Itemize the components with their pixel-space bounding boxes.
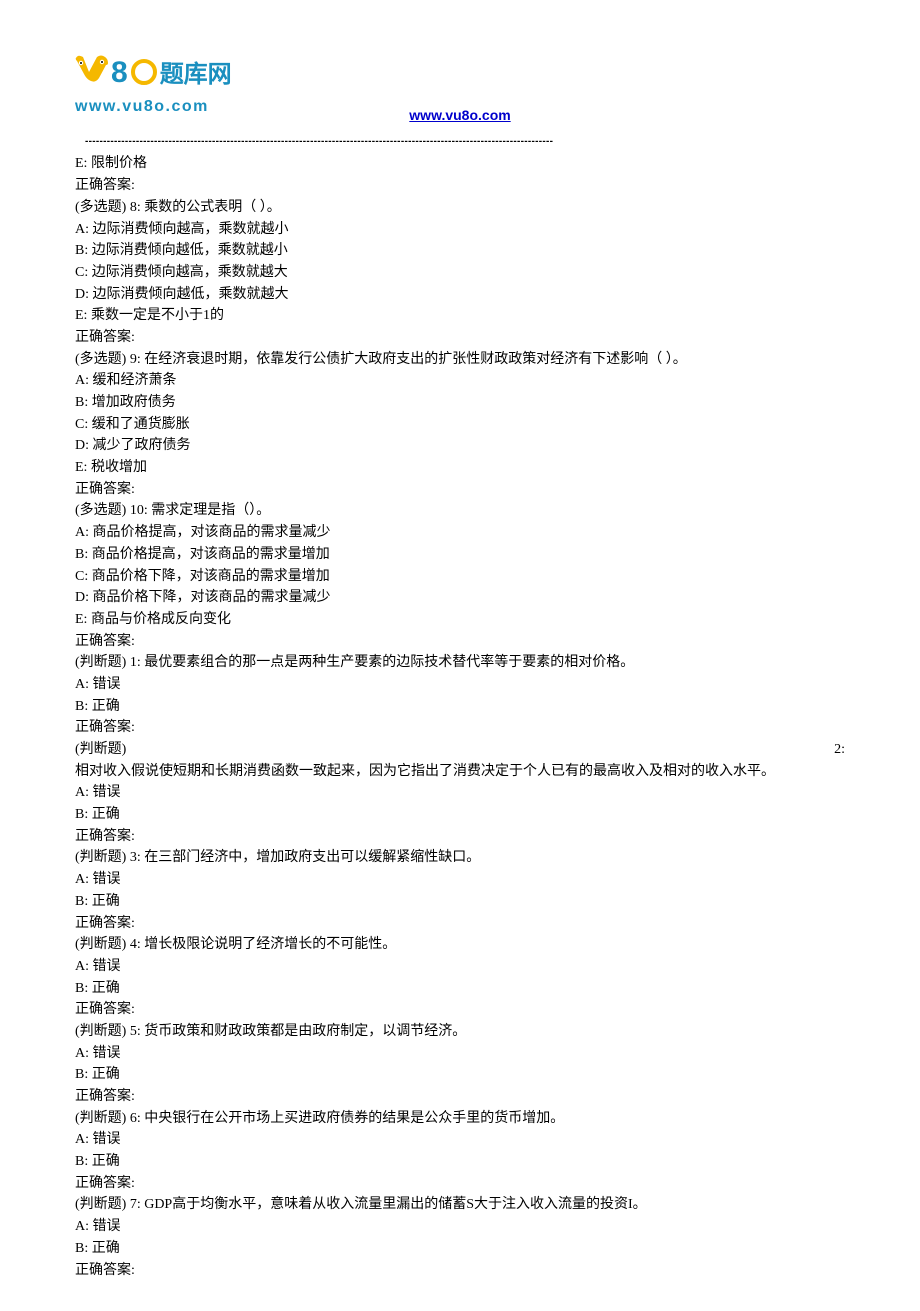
logo-cn-text: 题库网 [160, 56, 232, 93]
text-line: C: 缓和了通货膨胀 [75, 414, 845, 436]
text-line: C: 边际消费倾向越高，乘数就越大 [75, 262, 845, 284]
text-line: A: 错误 [75, 869, 845, 891]
text-line: A: 错误 [75, 1043, 845, 1065]
text-line: E: 限制价格 [75, 153, 845, 175]
text-line: A: 缓和经济萧条 [75, 370, 845, 392]
text-line: A: 边际消费倾向越高，乘数就越小 [75, 219, 845, 241]
page-header: 8 题库网 www.vu8o.com www.vu8o.com --------… [75, 50, 845, 149]
text-line: B: 正确 [75, 891, 845, 913]
text-line: 正确答案: [75, 327, 845, 349]
text-line: (判断题) 1: 最优要素组合的那一点是两种生产要素的边际技术替代率等于要素的相… [75, 652, 845, 674]
text-line: 正确答案: [75, 479, 845, 501]
text-line: A: 错误 [75, 1129, 845, 1151]
text-line: 正确答案: [75, 1260, 845, 1282]
text-line: B: 正确 [75, 1238, 845, 1260]
text-line: A: 错误 [75, 1216, 845, 1238]
text-line: B: 边际消费倾向越低，乘数就越小 [75, 240, 845, 262]
text-line: D: 边际消费倾向越低，乘数就越大 [75, 284, 845, 306]
text-line: (判断题) 4: 增长极限论说明了经济增长的不可能性。 [75, 934, 845, 956]
text-line: B: 增加政府债务 [75, 392, 845, 414]
text-line: 正确答案: [75, 1173, 845, 1195]
text-line: 正确答案: [75, 631, 845, 653]
justify-right: 2: [834, 739, 845, 761]
text-line: B: 正确 [75, 1064, 845, 1086]
text-line: B: 正确 [75, 1151, 845, 1173]
document-content: E: 限制价格正确答案:(多选题) 8: 乘数的公式表明（ ）。A: 边际消费倾… [75, 153, 845, 1281]
text-line: (判断题) 5: 货币政策和财政政策都是由政府制定，以调节经济。 [75, 1021, 845, 1043]
text-line: B: 正确 [75, 978, 845, 1000]
text-line: (多选题) 8: 乘数的公式表明（ ）。 [75, 197, 845, 219]
text-line: C: 商品价格下降，对该商品的需求量增加 [75, 566, 845, 588]
text-line: E: 商品与价格成反向变化 [75, 609, 845, 631]
text-line: A: 错误 [75, 956, 845, 978]
text-line: B: 正确 [75, 696, 845, 718]
logo-top-row: 8 题库网 [75, 50, 845, 97]
text-line: E: 乘数一定是不小于1的 [75, 305, 845, 327]
text-line: A: 商品价格提高，对该商品的需求量减少 [75, 522, 845, 544]
text-line: A: 错误 [75, 782, 845, 804]
text-line: (多选题) 10: 需求定理是指（）。 [75, 500, 845, 522]
text-line: 正确答案: [75, 826, 845, 848]
text-line: (判断题) 7: GDP高于均衡水平，意味着从收入流量里漏出的储蓄S大于注入收入… [75, 1194, 845, 1216]
text-line: D: 减少了政府债务 [75, 435, 845, 457]
text-line: E: 税收增加 [75, 457, 845, 479]
text-line: B: 正确 [75, 804, 845, 826]
logo-o-icon [131, 59, 157, 85]
text-line: 正确答案: [75, 717, 845, 739]
logo-v-icon [75, 54, 109, 82]
text-line: A: 错误 [75, 674, 845, 696]
text-line: (判断题) 3: 在三部门经济中，增加政府支出可以缓解紧缩性缺口。 [75, 847, 845, 869]
text-line: D: 商品价格下降，对该商品的需求量减少 [75, 587, 845, 609]
justify-left: (判断题) [75, 739, 126, 761]
logo-digit-8: 8 [111, 50, 128, 97]
text-line: 正确答案: [75, 175, 845, 197]
header-separator: ----------------------------------------… [85, 134, 845, 150]
text-line: 正确答案: [75, 913, 845, 935]
text-line: (判断题) 6: 中央银行在公开市场上买进政府债券的结果是公众手里的货币增加。 [75, 1108, 845, 1130]
header-url-link[interactable]: www.vu8o.com [409, 107, 510, 123]
text-line: 正确答案: [75, 999, 845, 1021]
text-line: (判断题) 2: [75, 739, 845, 761]
text-line: 相对收入假说使短期和长期消费函数一致起来，因为它指出了消费决定于个人已有的最高收… [75, 761, 845, 783]
text-line: B: 商品价格提高，对该商品的需求量增加 [75, 544, 845, 566]
text-line: (多选题) 9: 在经济衰退时期，依靠发行公债扩大政府支出的扩张性财政政策对经济… [75, 349, 845, 371]
text-line: 正确答案: [75, 1086, 845, 1108]
